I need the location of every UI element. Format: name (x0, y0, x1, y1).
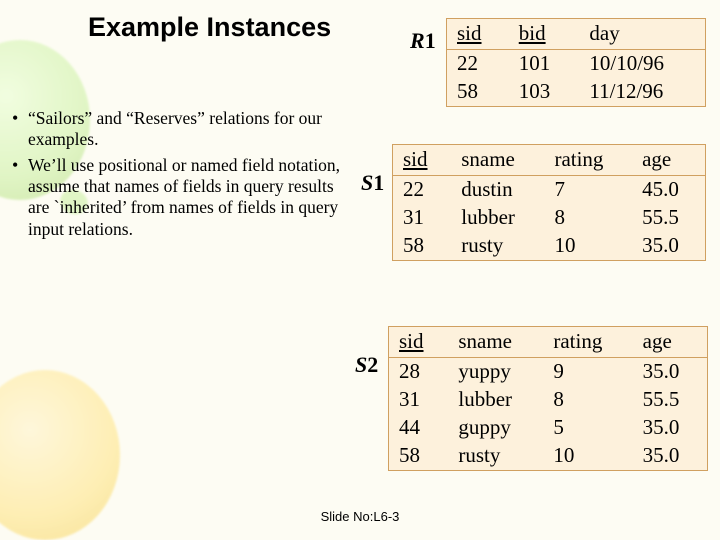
table-row: 58 rusty 10 35.0 (389, 442, 707, 470)
bullet-2: We’ll use positional or named field nota… (10, 155, 350, 240)
slide-number: Slide No:L6-3 (0, 509, 720, 524)
table-row: 28 yuppy 9 35.0 (389, 358, 707, 387)
label-r1: R1 (410, 28, 436, 54)
table-row: 22 dustin 7 45.0 (393, 176, 705, 205)
table-s1: sid sname rating age 22 dustin 7 45.0 31… (392, 144, 706, 261)
table-row: 58 rusty 10 35.0 (393, 232, 705, 260)
label-s2: S2 (355, 352, 378, 378)
table-row: 31 lubber 8 55.5 (389, 386, 707, 414)
body-text: “Sailors” and “Reserves” relations for o… (10, 108, 350, 244)
table-row: 58 103 11/12/96 (447, 78, 705, 106)
label-s1: S1 (361, 170, 384, 196)
table-s2: sid sname rating age 28 yuppy 9 35.0 31 … (388, 326, 708, 471)
table-row: 22 101 10/10/96 (447, 50, 705, 79)
table-row: 44 guppy 5 35.0 (389, 414, 707, 442)
table-r1: sid bid day 22 101 10/10/96 58 103 11/12… (446, 18, 706, 107)
table-row: 31 lubber 8 55.5 (393, 204, 705, 232)
bullet-1: “Sailors” and “Reserves” relations for o… (10, 108, 350, 151)
